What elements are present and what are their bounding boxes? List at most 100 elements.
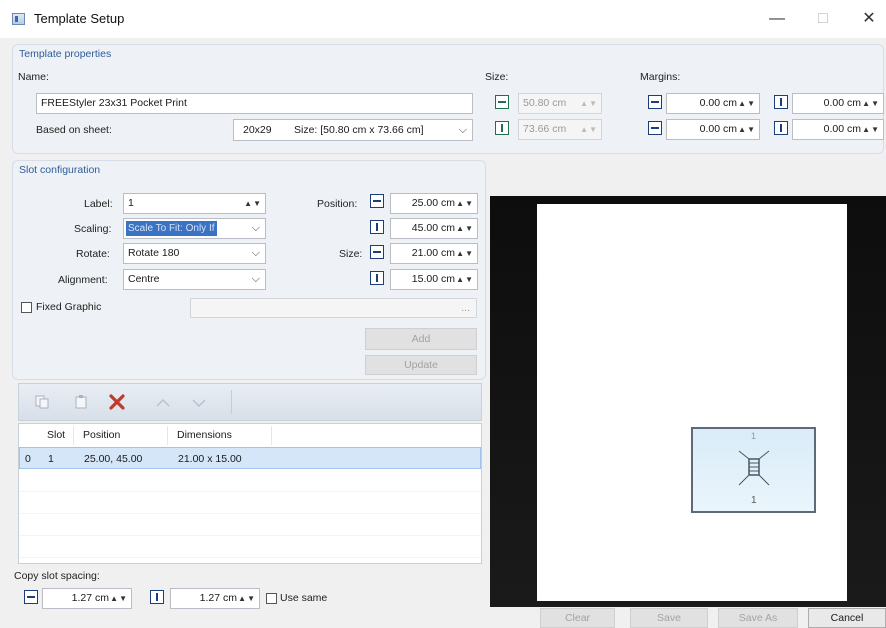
margin-bottom-icon	[774, 121, 788, 135]
row-slot: 1	[48, 453, 54, 465]
fixed-graphic-checkbox[interactable]	[21, 302, 32, 313]
use-same-label: Use same	[280, 592, 328, 604]
size-label: Size:	[485, 71, 509, 83]
name-value: FREEStyler 23x31 Pocket Print	[41, 97, 187, 109]
alignment-select[interactable]: Centre ⌵	[123, 269, 266, 290]
name-input[interactable]: FREEStyler 23x31 Pocket Print	[36, 93, 473, 114]
slot-list[interactable]: Slot Position Dimensions 0 1 25.00, 45.0…	[18, 423, 482, 564]
spin-arrows-icon[interactable]: ▲▼	[580, 94, 598, 113]
scaling-value: Scale To Fit: Only If	[126, 221, 217, 236]
row-index: 0	[25, 453, 31, 465]
spin-arrows-icon[interactable]: ▲▼	[580, 120, 598, 139]
slot-preview[interactable]: 1 1	[691, 427, 816, 513]
save-as-button[interactable]: Save As	[718, 608, 798, 628]
minimize-button[interactable]: —	[762, 6, 792, 32]
margin-left-field[interactable]: 0.00 cm ▲▼	[666, 93, 760, 114]
spin-arrows-icon[interactable]: ▲▼	[738, 94, 756, 113]
row-position: 25.00, 45.00	[84, 453, 143, 465]
fixed-graphic-path[interactable]: ...	[190, 298, 477, 318]
sheet-preview: 1 1	[537, 204, 847, 601]
spin-arrows-icon[interactable]: ▲▼	[244, 194, 262, 213]
size-width-field[interactable]: 50.80 cm ▲▼	[518, 93, 602, 114]
position-label: Position:	[317, 198, 358, 210]
add-button[interactable]: Add	[365, 328, 477, 350]
slot-top-label: 1	[751, 431, 757, 441]
rotate-label: Rotate:	[76, 248, 110, 260]
template-preview[interactable]: 1 1	[490, 196, 886, 607]
margin-right-icon	[648, 121, 662, 135]
height-icon	[495, 121, 509, 135]
move-down-icon[interactable]	[191, 396, 207, 408]
alignment-label: Alignment:	[58, 274, 108, 286]
margin-top-icon	[774, 95, 788, 109]
row-dimensions: 21.00 x 15.00	[178, 453, 242, 465]
rotate-select[interactable]: Rotate 180 ⌵	[123, 243, 266, 264]
slot-configuration-title: Slot configuration	[19, 164, 101, 176]
based-on-sheet-label: Based on sheet:	[36, 124, 112, 136]
update-button[interactable]: Update	[365, 355, 477, 375]
margin-bottom-field[interactable]: 0.00 cm ▲▼	[792, 119, 884, 140]
close-button[interactable]: ✕	[854, 6, 884, 32]
chevron-down-icon: ⌵	[251, 222, 260, 234]
save-button[interactable]: Save	[630, 608, 708, 628]
size-width-icon	[370, 245, 384, 259]
spacing-vertical-field[interactable]: 1.27 cm ▲▼	[170, 588, 260, 609]
window-title: Template Setup	[34, 11, 125, 26]
spin-arrows-icon[interactable]: ▲▼	[456, 270, 474, 289]
label-label: Label:	[84, 198, 113, 210]
toolbar-separator	[231, 390, 232, 414]
spin-arrows-icon[interactable]: ▲▼	[110, 589, 128, 608]
position-y-icon	[370, 220, 384, 234]
table-row[interactable]: 0 1 25.00, 45.00 21.00 x 15.00	[19, 447, 481, 469]
margin-right-field[interactable]: 0.00 cm ▲▼	[666, 119, 760, 140]
slot-height-field[interactable]: 15.00 cm ▲▼	[390, 269, 478, 290]
clear-button[interactable]: Clear	[540, 608, 615, 628]
spin-arrows-icon[interactable]: ▲▼	[456, 244, 474, 263]
margin-left-value: 0.00 cm	[699, 97, 737, 109]
fixed-graphic-label: Fixed Graphic	[36, 301, 102, 313]
spin-arrows-icon[interactable]: ▲▼	[456, 219, 474, 238]
browse-button[interactable]: ...	[461, 299, 470, 317]
based-on-sheet-select[interactable]: 20x29 Size: [50.80 cm x 73.66 cm] ⌵	[233, 119, 473, 141]
delete-icon[interactable]	[109, 394, 125, 410]
spin-arrows-icon[interactable]: ▲▼	[456, 194, 474, 213]
copy-icon[interactable]	[35, 395, 49, 409]
size-height-icon	[370, 271, 384, 285]
name-label: Name:	[18, 71, 49, 83]
position-x-field[interactable]: 25.00 cm ▲▼	[390, 193, 478, 214]
paste-icon[interactable]	[74, 395, 88, 409]
spin-arrows-icon[interactable]: ▲▼	[862, 120, 880, 139]
spacing-horizontal-field[interactable]: 1.27 cm ▲▼	[42, 588, 132, 609]
spin-arrows-icon[interactable]: ▲▼	[862, 94, 880, 113]
slot-size-label: Size:	[339, 248, 363, 260]
label-input[interactable]: 1 ▲▼	[123, 193, 266, 214]
size-height-value: 73.66 cm	[523, 123, 567, 135]
maximize-button[interactable]: □	[808, 6, 838, 32]
col-position[interactable]: Position	[83, 429, 120, 441]
chevron-down-icon: ⌵	[251, 247, 260, 259]
spacing-horizontal-icon	[24, 590, 38, 604]
chevron-down-icon: ⌵	[251, 273, 260, 285]
margin-top-value: 0.00 cm	[823, 97, 861, 109]
move-up-icon[interactable]	[155, 396, 171, 408]
rotate-value: Rotate 180	[128, 247, 180, 259]
cancel-button[interactable]: Cancel	[808, 608, 886, 628]
col-dimensions[interactable]: Dimensions	[177, 429, 232, 441]
spin-arrows-icon[interactable]: ▲▼	[238, 589, 256, 608]
scaling-select[interactable]: Scale To Fit: Only If ⌵	[123, 218, 266, 239]
spacing-horizontal-value: 1.27 cm	[71, 592, 109, 604]
slot-width-value: 21.00 cm	[411, 247, 455, 259]
alignment-value: Centre	[128, 273, 160, 285]
slot-width-field[interactable]: 21.00 cm ▲▼	[390, 243, 478, 264]
col-slot[interactable]: Slot	[47, 429, 65, 441]
template-setup-window: Template Setup — □ ✕ Template properties…	[0, 0, 886, 628]
size-height-field[interactable]: 73.66 cm ▲▼	[518, 119, 602, 140]
spin-arrows-icon[interactable]: ▲▼	[738, 120, 756, 139]
margin-top-field[interactable]: 0.00 cm ▲▼	[792, 93, 884, 114]
copy-slot-spacing-label: Copy slot spacing:	[14, 570, 100, 582]
spacing-vertical-icon	[150, 590, 164, 604]
use-same-checkbox[interactable]	[266, 593, 277, 604]
position-y-field[interactable]: 45.00 cm ▲▼	[390, 218, 478, 239]
label-value: 1	[128, 197, 134, 209]
sheet-size: Size: [50.80 cm x 73.66 cm]	[294, 124, 424, 136]
